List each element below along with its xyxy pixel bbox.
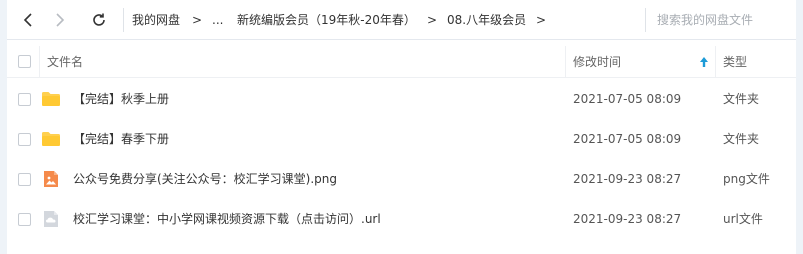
row-checkbox[interactable] (18, 173, 31, 186)
file-type: 文件夹 (723, 132, 760, 146)
row-checkbox[interactable] (18, 133, 31, 146)
file-name[interactable]: 公众号免费分享(关注公众号：校汇学习课堂).png (73, 171, 337, 187)
file-modified-time: 2021-07-05 08:09 (573, 92, 682, 106)
back-button[interactable] (19, 11, 37, 29)
chevron-right-icon (56, 13, 65, 27)
toolbar-divider (123, 8, 124, 32)
toolbar: 我的网盘 > ... 新统编版会员（19年秋-20年春） > 08.八年级会员 … (7, 0, 796, 40)
column-header-type[interactable]: 类型 (723, 46, 747, 78)
file-row[interactable]: 【完结】秋季上册 2021-07-05 08:09 文件夹 (7, 79, 796, 119)
forward-button[interactable] (51, 11, 69, 29)
refresh-button[interactable] (90, 11, 108, 29)
column-divider (715, 46, 716, 78)
breadcrumb-item-ellipsis[interactable]: ... (212, 12, 223, 28)
file-list-header: 文件名 修改时间 类型 (7, 46, 796, 78)
row-checkbox[interactable] (18, 93, 31, 106)
file-modified-time: 2021-09-23 08:27 (573, 172, 682, 186)
file-row[interactable]: 【完结】春季下册 2021-07-05 08:09 文件夹 (7, 119, 796, 159)
file-modified-time: 2021-07-05 08:09 (573, 132, 682, 146)
column-header-modified[interactable]: 修改时间 (573, 46, 621, 78)
file-row[interactable]: 校汇学习课堂：中小学网课视频资源下载（点击访问）.url 2021-09-23 … (7, 199, 796, 239)
search-divider (645, 8, 646, 32)
breadcrumb-item-my-drive[interactable]: 我的网盘 (132, 12, 180, 28)
select-all-checkbox[interactable] (18, 55, 31, 68)
file-modified-time: 2021-09-23 08:27 (573, 212, 682, 226)
file-name[interactable]: 【完结】秋季上册 (73, 91, 169, 107)
image-file-icon (44, 171, 58, 187)
breadcrumb-item-membership[interactable]: 新统编版会员（19年秋-20年春） (237, 12, 416, 28)
breadcrumb-separator: > (192, 13, 203, 27)
file-name[interactable]: 【完结】春季下册 (73, 131, 169, 147)
chevron-left-icon (23, 13, 32, 27)
file-type: 文件夹 (723, 92, 760, 106)
file-name[interactable]: 校汇学习课堂：中小学网课视频资源下载（点击访问）.url (73, 211, 381, 227)
breadcrumb-item-grade8[interactable]: 08.八年级会员 (447, 12, 526, 28)
file-type: png文件 (723, 172, 770, 186)
row-checkbox[interactable] (18, 213, 31, 226)
refresh-icon (93, 13, 105, 26)
column-divider (39, 46, 40, 78)
file-type: url文件 (723, 212, 763, 226)
app-window: 我的网盘 > ... 新统编版会员（19年秋-20年春） > 08.八年级会员 … (0, 0, 803, 254)
search-input[interactable] (657, 9, 787, 31)
arrow-up-icon[interactable] (699, 56, 709, 68)
breadcrumb-separator: > (427, 13, 438, 27)
column-divider (565, 46, 566, 78)
file-row[interactable]: 公众号免费分享(关注公众号：校汇学习课堂).png 2021-09-23 08:… (7, 159, 796, 199)
column-header-name[interactable]: 文件名 (47, 46, 83, 78)
breadcrumb-separator: > (536, 13, 547, 27)
link-file-icon (44, 211, 58, 227)
folder-icon (42, 132, 60, 146)
file-panel: 我的网盘 > ... 新统编版会员（19年秋-20年春） > 08.八年级会员 … (7, 0, 796, 254)
folder-icon (42, 92, 60, 106)
